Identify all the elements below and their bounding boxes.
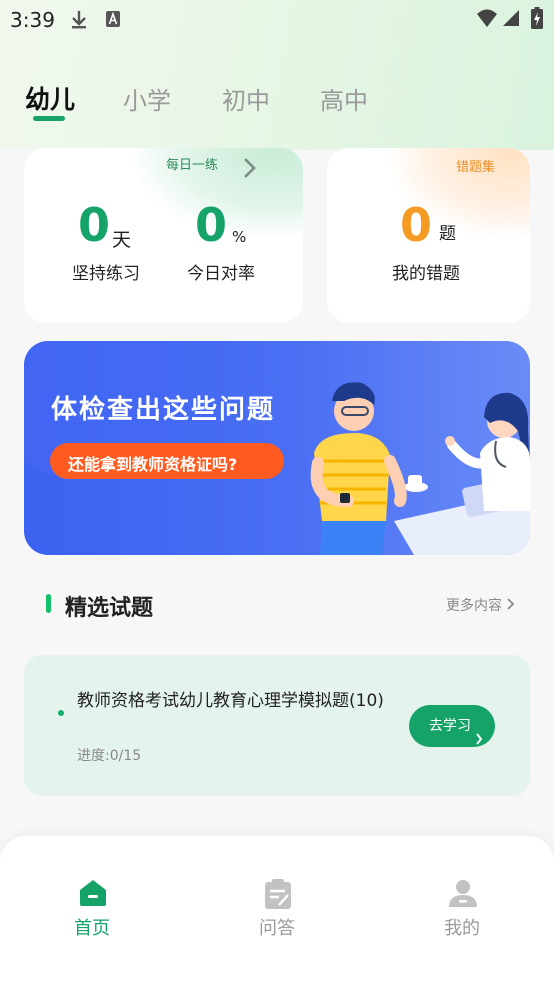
chevron-right-icon: [506, 598, 515, 614]
tab-primary[interactable]: 小学: [123, 81, 171, 116]
accuracy-label: 今日对率: [187, 264, 255, 284]
question-set-card[interactable]: 教师资格考试幼儿教育心理学模拟题(10) 进度:0/15 去学习: [24, 655, 530, 796]
mistakes-tag: 错题集: [456, 160, 496, 175]
status-time: 3:39: [10, 8, 55, 32]
more-content-link[interactable]: 更多内容: [446, 595, 515, 615]
streak-label: 坚持练习: [72, 264, 140, 284]
start-learning-label: 去学习: [429, 718, 471, 734]
tab-senior-high[interactable]: 高中: [320, 81, 368, 116]
accuracy-value: 0: [195, 198, 228, 252]
profile-icon: [448, 878, 478, 912]
daily-practice-card[interactable]: 每日一练 0 天 坚持练习 0 % 今日对率: [24, 148, 303, 323]
chevron-right-icon[interactable]: [242, 156, 258, 187]
nav-home[interactable]: 首页: [32, 836, 152, 946]
accuracy-unit: %: [232, 228, 247, 246]
section-title: 精选试题: [65, 596, 154, 621]
nav-profile[interactable]: 我的: [402, 836, 522, 946]
nav-home-label: 首页: [74, 918, 110, 939]
mistakes-card[interactable]: 错题集 0 题 我的错题: [327, 148, 530, 323]
chevron-right-icon: [475, 720, 483, 762]
more-content-label: 更多内容: [446, 598, 502, 614]
mistakes-count-value: 0: [400, 198, 433, 252]
tab-junior-high[interactable]: 初中: [222, 81, 270, 116]
nav-qa[interactable]: 问答: [217, 836, 337, 946]
start-learning-button[interactable]: 去学习: [409, 705, 495, 747]
streak-days-unit: 天: [112, 229, 132, 251]
question-set-title: 教师资格考试幼儿教育心理学模拟题(10): [77, 691, 384, 711]
keyboard-a-icon: [105, 10, 121, 32]
active-tab-indicator: [33, 116, 65, 121]
battery-charging-icon: [531, 7, 543, 33]
signal-icon: [502, 9, 520, 31]
bottom-navigation: 首页 问答 我的: [0, 836, 554, 984]
mistakes-count-unit: 题: [439, 224, 456, 244]
level-tabs: 幼儿 小学 初中 高中: [0, 78, 554, 128]
section-marker: [46, 594, 51, 613]
banner-illustration: [310, 382, 530, 555]
promo-banner[interactable]: 体检查出这些问题 还能拿到教师资格证吗?: [24, 341, 530, 555]
tab-preschool[interactable]: 幼儿: [25, 80, 75, 116]
daily-practice-tag: 每日一练: [166, 158, 219, 173]
wifi-icon: [476, 8, 498, 32]
nav-qa-label: 问答: [259, 918, 295, 939]
download-icon: [70, 10, 88, 34]
status-bar: 3:39: [0, 0, 554, 40]
banner-subtitle: 还能拿到教师资格证吗?: [68, 455, 238, 474]
question-progress: 进度:0/15: [77, 748, 142, 764]
streak-days-value: 0: [78, 198, 111, 252]
qa-clipboard-icon: [263, 878, 293, 914]
banner-title: 体检查出这些问题: [51, 395, 276, 425]
home-icon: [78, 878, 108, 912]
bullet-dot: [58, 710, 64, 716]
mistakes-label: 我的错题: [392, 264, 460, 284]
nav-profile-label: 我的: [444, 918, 480, 939]
